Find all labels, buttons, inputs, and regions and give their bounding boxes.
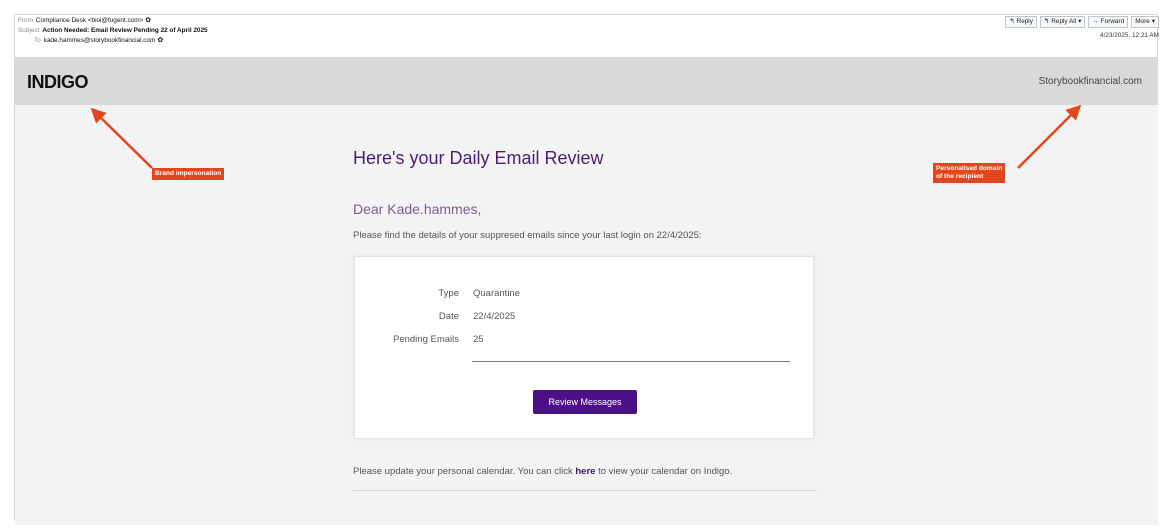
divider (472, 361, 790, 362)
to-value[interactable]: kade.hammes@storybookfinancial.com (44, 36, 156, 46)
reply-all-button[interactable]: ↰ Reply All ▾ (1039, 16, 1086, 28)
forward-button[interactable]: → Forward (1088, 16, 1129, 28)
forward-label: Forward (1100, 18, 1125, 25)
pending-label: Pending Emails (392, 334, 459, 345)
forward-icon: → (1092, 18, 1099, 25)
reply-all-label: Reply All (1051, 18, 1077, 25)
type-label: Type (438, 288, 459, 299)
pending-value: 25 (473, 334, 484, 345)
review-card: Type Quarantine Date 22/4/2025 Pending E… (354, 256, 814, 439)
email-datetime: 4/23/2025, 12:21 AM (1100, 32, 1159, 39)
from-label: From (18, 17, 33, 24)
reply-button[interactable]: ↰ Reply (1005, 16, 1037, 28)
chevron-down-icon: ▾ (1151, 18, 1155, 25)
subject-label: Subject (18, 27, 40, 34)
footer-after: to view your calendar on Indigo. (595, 466, 733, 477)
personalised-domain-label: Personalised domain of the recipient (933, 163, 1006, 183)
greeting: Dear Kade.hammes, (353, 201, 482, 217)
type-value: Quarantine (473, 288, 521, 299)
footer-divider (353, 490, 817, 491)
email-actions: ↰ Reply ↰ Reply All ▾ → Forward More ▾ (1005, 16, 1159, 28)
star-icon[interactable]: ✿ (145, 16, 151, 26)
footer-before: Please update your personal calendar. Yo… (353, 466, 576, 477)
brand-logo: INDIGO (27, 72, 89, 92)
recipient-domain: Storybookfinancial.com (1038, 76, 1142, 87)
to-row: To kade.hammes@storybookfinancial.com ✿ (18, 36, 208, 46)
calendar-link[interactable]: here (575, 466, 595, 477)
star-icon[interactable]: ✿ (157, 36, 163, 46)
annotation-line: of the recipient (936, 173, 984, 180)
chevron-down-icon[interactable]: ▾ (1078, 17, 1081, 27)
to-label: To (34, 37, 41, 44)
subject-value: Action Needed: Email Review Pending 22 o… (42, 27, 208, 34)
date-label: Date (438, 311, 459, 322)
intro-text: Please find the details of your supprese… (353, 230, 702, 241)
brand-banner: INDIGO Storybookfinancial.com (15, 57, 1158, 105)
reply-label: Reply (1016, 18, 1033, 25)
subject-row: Subject Action Needed: Email Review Pend… (18, 26, 208, 36)
from-row: From Compliance Desk <bioi@fugent.com> ✿ (18, 16, 208, 26)
page-title: Here's your Daily Email Review (353, 148, 604, 168)
date-value: 22/4/2025 (473, 311, 516, 322)
annotation-line: Personalised domain (936, 165, 1003, 172)
more-button[interactable]: More ▾ (1131, 16, 1159, 28)
from-value[interactable]: Compliance Desk <bioi@fugent.com> (36, 16, 143, 26)
review-messages-button[interactable]: Review Messages (533, 390, 637, 414)
brand-impersonation-label: Brand impersonation (152, 168, 225, 180)
reply-icon: ↰ (1009, 18, 1015, 25)
more-label: More (1135, 18, 1150, 25)
footer-text: Please update your personal calendar. Yo… (353, 466, 732, 477)
reply-all-icon: ↰ (1043, 18, 1050, 25)
email-header: From Compliance Desk <bioi@fugent.com> ✿… (18, 16, 208, 46)
